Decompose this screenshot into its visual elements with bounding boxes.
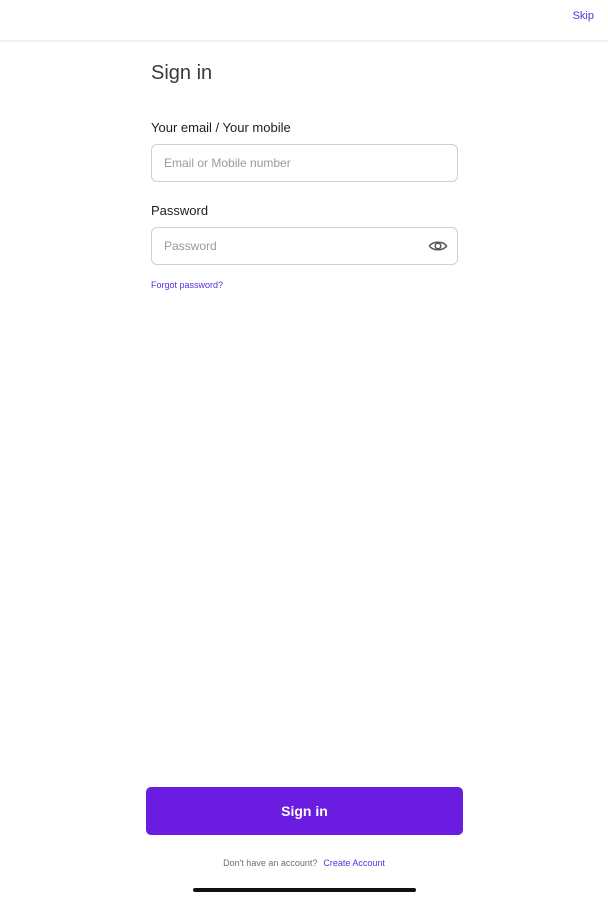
eye-icon[interactable] (428, 237, 448, 255)
create-account-link[interactable]: Create Account (323, 858, 385, 868)
top-bar: Skip (0, 0, 608, 40)
sign-in-button[interactable]: Sign in (146, 787, 463, 835)
email-field[interactable] (151, 144, 458, 182)
no-account-text: Don't have an account? (223, 858, 318, 868)
page-title: Sign in (151, 62, 213, 84)
password-field[interactable] (151, 227, 458, 265)
home-indicator (193, 888, 416, 892)
email-label: Your email / Your mobile (151, 120, 291, 135)
create-account-row: Don't have an account? Create Account (0, 858, 608, 868)
forgot-password-link[interactable]: Forgot password? (151, 280, 223, 290)
skip-link[interactable]: Skip (573, 10, 594, 22)
password-label: Password (151, 203, 209, 218)
